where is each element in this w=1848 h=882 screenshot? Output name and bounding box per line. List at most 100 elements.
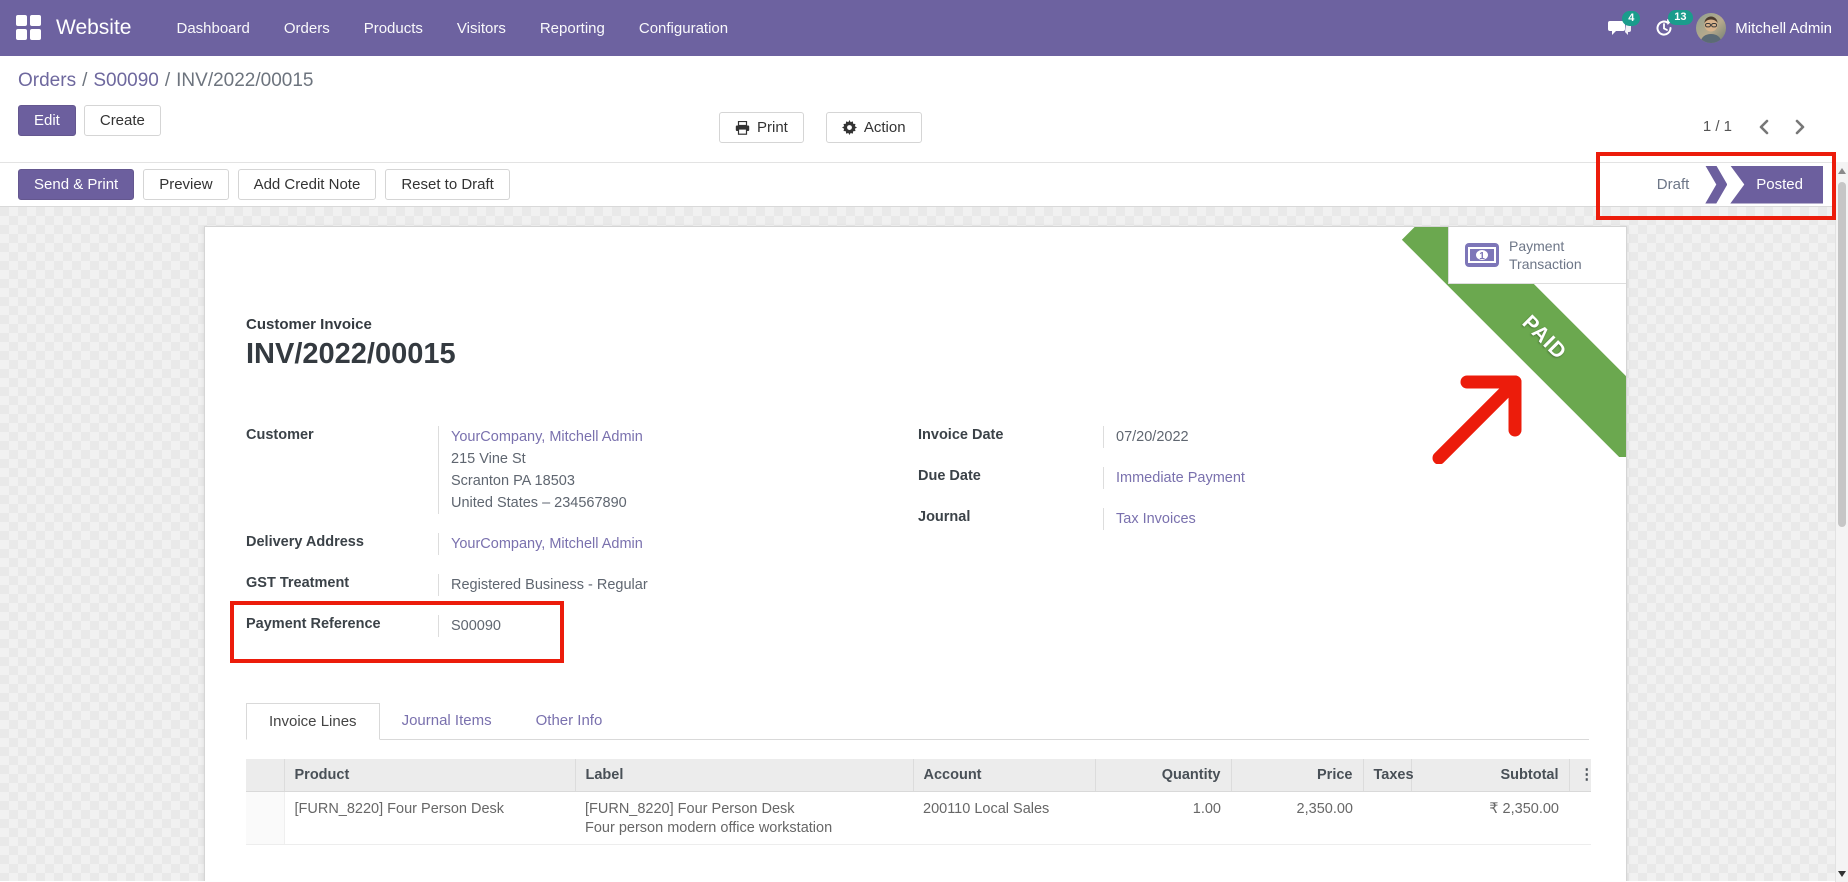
scrollbar-thumb[interactable] xyxy=(1838,182,1846,527)
column-taxes[interactable]: Taxes xyxy=(1363,759,1411,792)
journal-label: Journal xyxy=(918,508,1103,530)
column-product[interactable]: Product xyxy=(284,759,575,792)
menu-orders[interactable]: Orders xyxy=(267,0,347,56)
print-button[interactable]: Print xyxy=(719,112,804,143)
tab-journal-items[interactable]: Journal Items xyxy=(380,703,514,740)
field-gst-treatment: GST Treatment Registered Business - Regu… xyxy=(246,574,918,596)
due-date-label: Due Date xyxy=(918,467,1103,489)
statusbar: Send & Print Preview Add Credit Note Res… xyxy=(0,162,1848,207)
invoice-date-value: 07/20/2022 xyxy=(1116,429,1189,445)
control-panel: Orders/S00090/INV/2022/00015 Edit Create… xyxy=(0,56,1848,162)
user-avatar xyxy=(1696,13,1726,43)
breadcrumb-separator: / xyxy=(159,70,176,91)
handle-column-header xyxy=(246,759,284,792)
cell-label-line1: [FURN_8220] Four Person Desk xyxy=(585,801,903,817)
scrollbar-down-icon[interactable] xyxy=(1838,871,1846,877)
vertical-scrollbar[interactable] xyxy=(1835,162,1848,882)
apps-grid-icon[interactable] xyxy=(16,15,42,41)
user-menu[interactable]: Mitchell Admin xyxy=(1696,13,1832,43)
status-widget: Draft Posted xyxy=(1641,166,1823,204)
menu-configuration[interactable]: Configuration xyxy=(622,0,745,56)
cell-label-line2: Four person modern office workstation xyxy=(585,820,903,836)
printer-icon xyxy=(735,121,750,135)
action-button[interactable]: Action xyxy=(826,112,922,143)
send-print-button[interactable]: Send & Print xyxy=(18,169,134,200)
money-bill-icon: 1 xyxy=(1465,243,1499,267)
column-quantity[interactable]: Quantity xyxy=(1095,759,1231,792)
row-handle[interactable] xyxy=(246,792,284,845)
cell-price: 2,350.00 xyxy=(1231,792,1363,845)
invoice-date-label: Invoice Date xyxy=(918,426,1103,448)
breadcrumb-current: INV/2022/00015 xyxy=(176,70,313,91)
breadcrumb-orders[interactable]: Orders xyxy=(18,70,76,91)
tab-other-info[interactable]: Other Info xyxy=(514,703,625,740)
field-payment-reference: Payment Reference S00090 xyxy=(246,615,918,637)
status-draft[interactable]: Draft xyxy=(1641,176,1706,193)
activities-badge: 13 xyxy=(1668,10,1692,25)
activities-button[interactable]: 13 xyxy=(1654,18,1674,38)
top-navbar: Website Dashboard Orders Products Visito… xyxy=(0,0,1848,56)
pager: 1 / 1 xyxy=(1703,118,1806,135)
tab-invoice-lines[interactable]: Invoice Lines xyxy=(246,703,380,740)
journal-link[interactable]: Tax Invoices xyxy=(1116,511,1196,527)
cell-end xyxy=(1569,792,1591,845)
menu-products[interactable]: Products xyxy=(347,0,440,56)
payment-transaction-button[interactable]: 1 Payment Transaction xyxy=(1448,227,1626,284)
pager-value[interactable]: 1 / 1 xyxy=(1703,118,1732,135)
due-date-link[interactable]: Immediate Payment xyxy=(1116,470,1245,486)
add-credit-note-button[interactable]: Add Credit Note xyxy=(238,169,377,200)
breadcrumb-s00090[interactable]: S00090 xyxy=(93,70,159,91)
reset-to-draft-button[interactable]: Reset to Draft xyxy=(385,169,510,200)
cell-subtotal: ₹ 2,350.00 xyxy=(1411,792,1569,845)
cell-taxes xyxy=(1363,792,1411,845)
optional-columns-icon[interactable]: ⋮ xyxy=(1569,759,1591,792)
delivery-address-link[interactable]: YourCompany, Mitchell Admin xyxy=(451,536,643,552)
customer-link[interactable]: YourCompany, Mitchell Admin xyxy=(451,426,918,448)
messages-button[interactable]: 4 xyxy=(1608,19,1632,37)
menu-dashboard[interactable]: Dashboard xyxy=(159,0,266,56)
content-area: PAID 1 Payment Transaction Customer Invo… xyxy=(0,207,1848,881)
pager-previous-icon[interactable] xyxy=(1758,119,1769,135)
notebook-tabs: Invoice Lines Journal Items Other Info xyxy=(246,702,1589,740)
column-price[interactable]: Price xyxy=(1231,759,1363,792)
main-menu: Dashboard Orders Products Visitors Repor… xyxy=(159,0,745,56)
status-arrow-icon xyxy=(1705,166,1727,204)
menu-visitors[interactable]: Visitors xyxy=(440,0,523,56)
gst-treatment-value: Registered Business - Regular xyxy=(451,577,648,593)
edit-button[interactable]: Edit xyxy=(18,105,76,136)
column-label[interactable]: Label xyxy=(575,759,913,792)
customer-address-line: United States – 234567890 xyxy=(451,492,918,514)
invoice-lines-table: Product Label Account Quantity Price Tax… xyxy=(246,759,1591,845)
field-invoice-date: Invoice Date 07/20/2022 xyxy=(918,426,1438,448)
breadcrumb-separator: / xyxy=(76,70,93,91)
preview-button[interactable]: Preview xyxy=(143,169,228,200)
create-button[interactable]: Create xyxy=(84,105,161,136)
column-account[interactable]: Account xyxy=(913,759,1095,792)
breadcrumb: Orders/S00090/INV/2022/00015 xyxy=(18,70,1848,92)
app-brand[interactable]: Website xyxy=(56,16,131,40)
status-posted[interactable]: Posted xyxy=(1730,166,1823,204)
invoice-sheet: PAID 1 Payment Transaction Customer Invo… xyxy=(204,226,1627,881)
column-subtotal[interactable]: Subtotal xyxy=(1411,759,1569,792)
customer-label: Customer xyxy=(246,426,438,514)
cell-quantity: 1.00 xyxy=(1095,792,1231,845)
payment-reference-value: S00090 xyxy=(451,618,501,634)
gear-icon xyxy=(842,120,857,135)
field-customer: Customer YourCompany, Mitchell Admin 215… xyxy=(246,426,918,514)
scrollbar-up-icon[interactable] xyxy=(1838,168,1846,174)
invoice-line-row[interactable]: [FURN_8220] Four Person Desk [FURN_8220]… xyxy=(246,792,1591,845)
stat-button-label-2: Transaction xyxy=(1509,255,1582,273)
menu-reporting[interactable]: Reporting xyxy=(523,0,622,56)
pager-next-icon[interactable] xyxy=(1795,119,1806,135)
cell-account: 200110 Local Sales xyxy=(913,792,1095,845)
document-number: INV/2022/00015 xyxy=(246,338,1589,371)
delivery-address-label: Delivery Address xyxy=(246,533,438,555)
cell-label: [FURN_8220] Four Person Desk Four person… xyxy=(575,792,913,845)
field-delivery-address: Delivery Address YourCompany, Mitchell A… xyxy=(246,533,918,555)
customer-address-line: Scranton PA 18503 xyxy=(451,470,918,492)
cell-product: [FURN_8220] Four Person Desk xyxy=(284,792,575,845)
field-due-date: Due Date Immediate Payment xyxy=(918,467,1438,489)
gst-treatment-label: GST Treatment xyxy=(246,574,438,596)
table-header-row: Product Label Account Quantity Price Tax… xyxy=(246,759,1591,792)
customer-address-line: 215 Vine St xyxy=(451,448,918,470)
